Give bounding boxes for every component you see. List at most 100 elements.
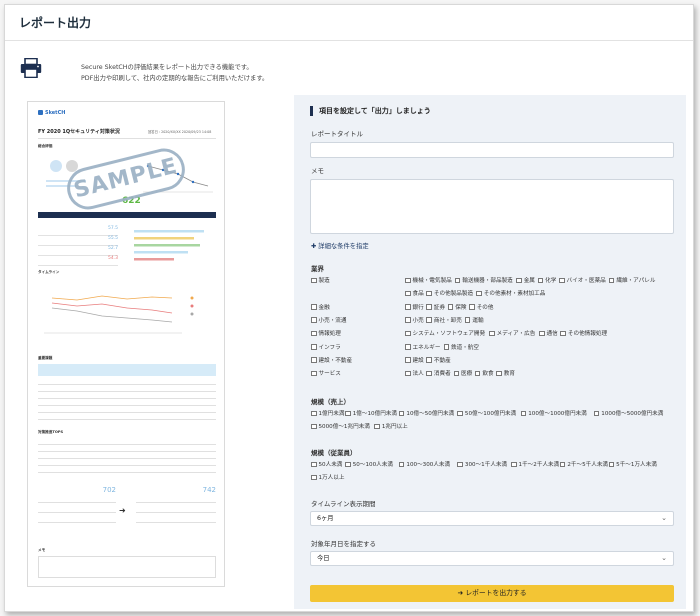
checkbox-option[interactable]: 教育 [496, 369, 515, 377]
timeline-period-select[interactable]: 6ヶ月 ⌄ [310, 511, 674, 526]
checkbox-option[interactable]: 50億〜100億円未満 [457, 409, 516, 417]
checkbox-box[interactable] [345, 410, 351, 416]
checkbox-box[interactable] [405, 290, 411, 297]
checkbox-box[interactable] [405, 370, 411, 377]
checkbox-option[interactable]: 商社・卸売 [426, 316, 462, 324]
checkbox-box[interactable] [311, 410, 317, 416]
checkbox-option[interactable]: 医療 [453, 369, 472, 377]
checkbox-option[interactable]: 50人未満 [311, 460, 342, 468]
checkbox-option[interactable]: 輸送機器・部品製造 [454, 276, 513, 284]
checkbox-box[interactable] [405, 330, 411, 337]
checkbox-option[interactable]: 5千〜1万人未満 [608, 460, 657, 468]
checkbox-option[interactable]: メディア・広告 [489, 329, 535, 337]
checkbox-option[interactable]: 1000億〜5000億円未満 [593, 409, 663, 417]
checkbox-option[interactable]: 10億〜50億円未満 [398, 409, 454, 417]
checkbox-box[interactable] [496, 370, 502, 377]
checkbox-box[interactable] [537, 277, 544, 283]
checkbox-box[interactable] [469, 304, 475, 310]
checkbox-option[interactable]: 1兆円以上 [374, 422, 408, 430]
checkbox-option[interactable]: 消費者 [426, 369, 451, 377]
checkbox-option[interactable]: 300〜1千人未満 [457, 460, 507, 468]
checkbox-box[interactable] [464, 317, 471, 323]
memo-textarea[interactable] [310, 179, 674, 234]
checkbox-option[interactable]: その他 [469, 303, 493, 311]
checkbox-box[interactable] [453, 370, 459, 377]
checkbox-option[interactable]: 建設・不動産 [311, 356, 352, 364]
checkbox-option[interactable]: その他素材・素材加工品 [476, 289, 545, 297]
checkbox-box[interactable] [559, 461, 566, 467]
checkbox-option[interactable]: 鉄道・航空 [443, 343, 479, 351]
checkbox-option[interactable]: エネルギー [405, 343, 440, 351]
checkbox-box[interactable] [457, 410, 463, 416]
checkbox-option[interactable]: 証券 [426, 303, 445, 311]
checkbox-box[interactable] [311, 304, 317, 310]
detail-conditions-link[interactable]: ✚ 詳細な条件を指定 [311, 241, 369, 250]
checkbox-box[interactable] [405, 357, 411, 363]
checkbox-option[interactable]: 不動産 [426, 356, 451, 364]
checkbox-option[interactable]: 建設 [405, 356, 424, 364]
checkbox-box[interactable] [447, 304, 454, 310]
checkbox-option[interactable]: 小売 [405, 316, 424, 324]
checkbox-option[interactable]: 法人 [405, 369, 424, 377]
checkbox-option[interactable]: 1万人以上 [311, 473, 344, 481]
checkbox-box[interactable] [559, 277, 565, 283]
checkbox-box[interactable] [405, 304, 411, 310]
checkbox-box[interactable] [511, 461, 517, 467]
checkbox-option[interactable]: 100億〜1000億円未満 [520, 409, 587, 417]
checkbox-box[interactable] [426, 317, 432, 323]
checkbox-box[interactable] [454, 277, 461, 283]
checkbox-option[interactable]: バイオ・医薬品 [559, 276, 606, 284]
checkbox-option[interactable]: 銀行 [405, 303, 424, 311]
checkbox-box[interactable] [405, 317, 411, 323]
checkbox-box[interactable] [474, 370, 481, 377]
checkbox-option[interactable]: 小売・流通 [311, 316, 346, 324]
checkbox-option[interactable]: 製造 [311, 276, 330, 284]
checkbox-option[interactable]: 100〜300人未満 [398, 460, 450, 468]
checkbox-option[interactable]: 機械・電気製品 [405, 276, 452, 284]
target-date-select[interactable]: 今日 ⌄ [310, 551, 674, 566]
checkbox-option[interactable]: 化学 [537, 276, 556, 284]
checkbox-option[interactable]: 50〜100人未満 [345, 460, 393, 468]
checkbox-box[interactable] [311, 277, 317, 283]
checkbox-option[interactable]: 保険 [447, 303, 467, 311]
checkbox-box[interactable] [405, 344, 411, 350]
checkbox-box[interactable] [311, 474, 317, 480]
output-report-button[interactable]: ➜ レポートを出力する [310, 585, 674, 602]
checkbox-box[interactable] [311, 330, 317, 337]
checkbox-box[interactable] [311, 344, 317, 350]
checkbox-option[interactable]: 1千〜2千人未満 [511, 460, 559, 468]
checkbox-option[interactable]: 金属 [516, 276, 535, 284]
report-title-input[interactable] [310, 142, 674, 158]
checkbox-box[interactable] [593, 410, 600, 416]
checkbox-box[interactable] [345, 461, 351, 467]
checkbox-box[interactable] [398, 410, 405, 416]
checkbox-option[interactable]: 金融 [311, 303, 330, 311]
checkbox-box[interactable] [374, 423, 380, 429]
checkbox-box[interactable] [520, 410, 527, 416]
checkbox-box[interactable] [426, 290, 432, 297]
checkbox-box[interactable] [516, 277, 522, 283]
checkbox-box[interactable] [560, 330, 566, 337]
checkbox-option[interactable]: サービス [311, 369, 341, 377]
checkbox-box[interactable] [311, 317, 317, 323]
checkbox-option[interactable]: 1億円未満 [311, 409, 344, 417]
checkbox-box[interactable] [489, 330, 495, 337]
checkbox-option[interactable]: 2千〜5千人未満 [559, 460, 608, 468]
checkbox-box[interactable] [405, 277, 411, 283]
checkbox-option[interactable]: その他情報処理 [560, 329, 607, 337]
checkbox-box[interactable] [539, 330, 545, 337]
checkbox-box[interactable] [426, 370, 432, 377]
checkbox-box[interactable] [426, 357, 432, 363]
checkbox-option[interactable]: 飲食 [474, 369, 494, 377]
checkbox-option[interactable]: 運輸 [464, 316, 484, 324]
checkbox-box[interactable] [426, 304, 432, 310]
checkbox-option[interactable]: 情報処理 [311, 329, 341, 337]
checkbox-option[interactable]: 繊維・アパレル [608, 276, 655, 284]
checkbox-option[interactable]: その他製品製造 [426, 289, 473, 297]
checkbox-option[interactable]: 1億〜10億円未満 [345, 409, 397, 417]
checkbox-option[interactable]: 5000億〜1兆円未満 [311, 422, 370, 430]
checkbox-option[interactable]: インフラ [311, 343, 341, 351]
checkbox-box[interactable] [311, 370, 317, 377]
checkbox-box[interactable] [398, 461, 405, 467]
checkbox-box[interactable] [608, 277, 615, 283]
